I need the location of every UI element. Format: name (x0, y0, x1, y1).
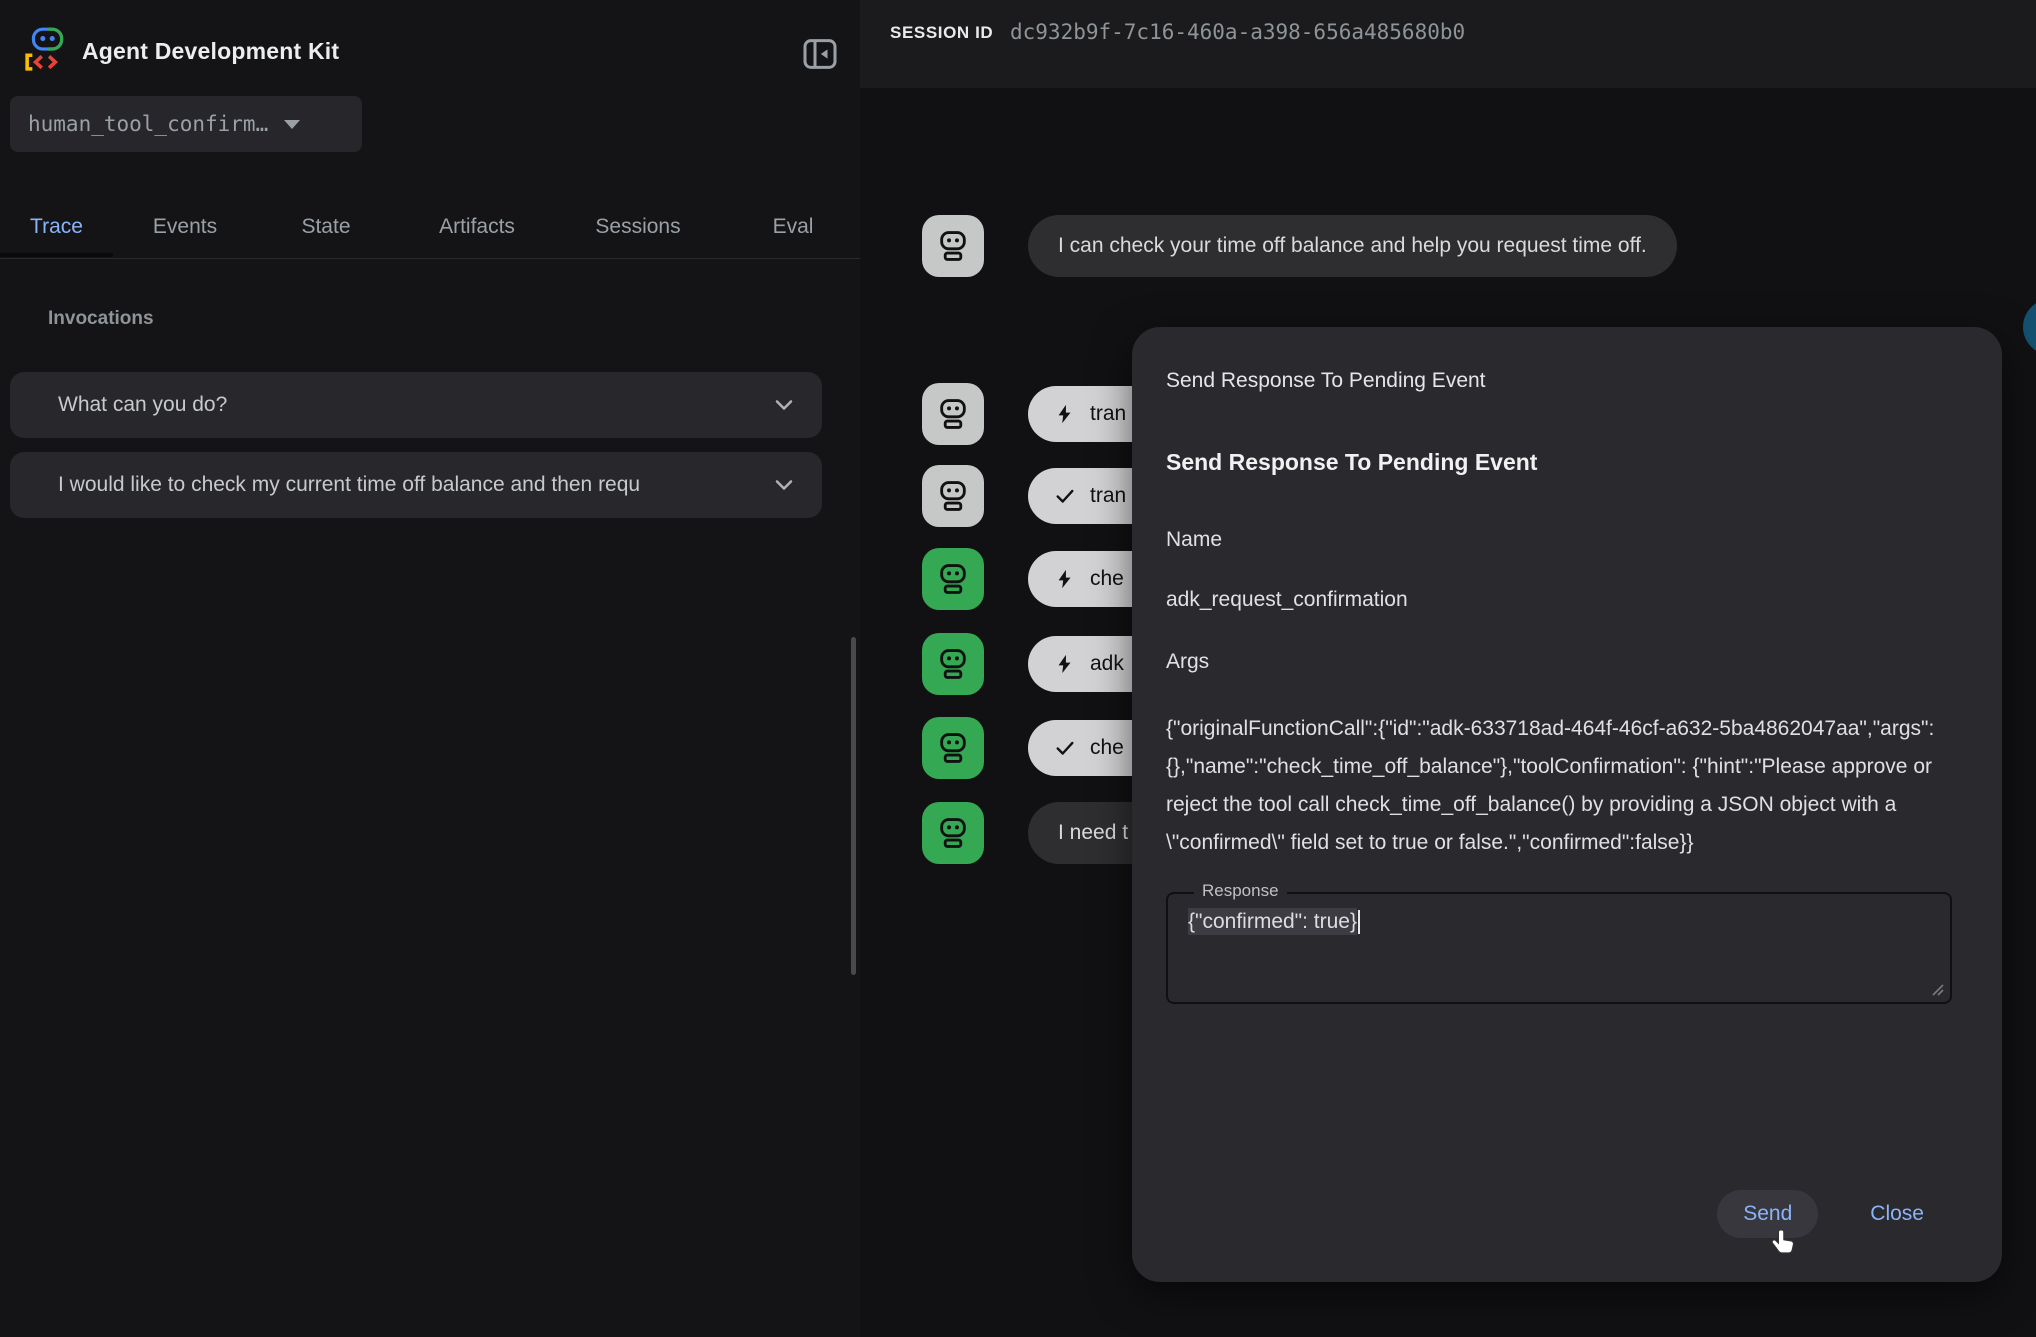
agent-avatar-icon (922, 802, 984, 864)
dialog-heading: Send Response To Pending Event (1166, 449, 1968, 476)
active-tab-indicator (0, 253, 113, 257)
resize-grip-icon[interactable] (1930, 982, 1944, 996)
bolt-icon (1054, 653, 1076, 675)
bolt-icon (1054, 403, 1076, 425)
tab-state[interactable]: State (288, 198, 364, 256)
app-title: Agent Development Kit (82, 38, 339, 65)
name-value: adk_request_confirmation (1166, 588, 1968, 612)
send-button[interactable]: Send (1717, 1190, 1818, 1238)
response-textarea[interactable]: Response {"confirmed": true} (1166, 892, 1952, 1004)
close-button[interactable]: Close (1844, 1190, 1950, 1238)
agent-avatar-icon (922, 717, 984, 779)
response-value: {"confirmed": true} (1188, 908, 1357, 935)
dialog-title: Send Response To Pending Event (1166, 369, 1968, 393)
tab-bar: Trace Events State Artifacts Sessions Ev… (0, 198, 860, 259)
check-icon (1054, 485, 1076, 507)
invocation-text: I would like to check my current time of… (58, 473, 758, 497)
app-header: Agent Development Kit (0, 0, 860, 90)
session-id-label: SESSION ID (890, 23, 993, 43)
send-response-dialog: Send Response To Pending Event Send Resp… (1132, 327, 2002, 1282)
agent-message-bubble: I can check your time off balance and he… (1028, 215, 1677, 277)
agent-selector-value: human_tool_confirm… (28, 112, 268, 136)
tab-eval[interactable]: Eval (760, 198, 826, 256)
agent-avatar-icon (922, 465, 984, 527)
chevron-down-icon[interactable] (770, 471, 798, 499)
adk-web-app: Agent Development Kit human_tool_confirm… (0, 0, 2036, 1337)
agent-avatar-icon (922, 383, 984, 445)
session-header: SESSION ID dc932b9f-7c16-460a-a398-656a4… (860, 0, 2036, 88)
agent-avatar-icon (922, 215, 984, 277)
args-value: {"originalFunctionCall":{"id":"adk-63371… (1166, 710, 1966, 862)
caret-down-icon (284, 120, 300, 129)
scrollbar[interactable] (851, 637, 856, 975)
args-label: Args (1166, 650, 1968, 674)
response-field-label: Response (1194, 881, 1287, 901)
collapse-panel-icon[interactable] (800, 34, 840, 74)
invocation-item[interactable]: What can you do? (10, 372, 822, 438)
agent-selector[interactable]: human_tool_confirm… (10, 96, 362, 152)
chat-message-row: I can check your time off balance and he… (922, 215, 1677, 277)
session-id-value: dc932b9f-7c16-460a-a398-656a485680b0 (1010, 20, 1465, 44)
text-cursor (1358, 910, 1360, 934)
tab-artifacts[interactable]: Artifacts (422, 198, 532, 256)
chevron-down-icon[interactable] (770, 391, 798, 419)
invocation-text: What can you do? (58, 393, 758, 417)
dialog-actions: Send Close (1717, 1190, 1950, 1238)
bolt-icon (1054, 568, 1076, 590)
agent-avatar-icon (922, 633, 984, 695)
left-panel: Agent Development Kit human_tool_confirm… (0, 0, 860, 1337)
tab-trace[interactable]: Trace (0, 198, 113, 256)
tab-events[interactable]: Events (140, 198, 230, 256)
adk-logo-icon (24, 26, 70, 72)
agent-avatar-icon (922, 548, 984, 610)
check-icon (1054, 737, 1076, 759)
invocations-heading: Invocations (48, 308, 154, 330)
invocation-item[interactable]: I would like to check my current time of… (10, 452, 822, 518)
name-label: Name (1166, 528, 1968, 552)
tab-sessions[interactable]: Sessions (583, 198, 693, 256)
